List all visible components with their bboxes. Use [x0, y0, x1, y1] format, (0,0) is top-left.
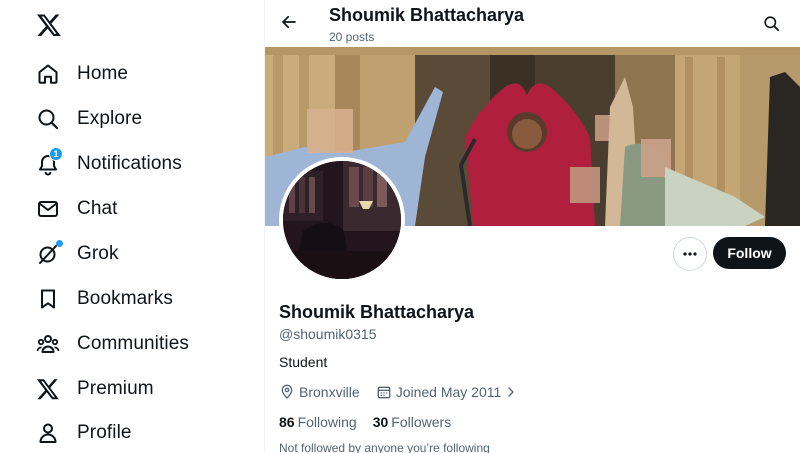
- search-icon: [763, 15, 779, 31]
- profile-name: Shoumik Bhattacharya: [279, 302, 475, 322]
- join-date-text: Joined May 2011: [395, 384, 502, 400]
- ellipsis-icon: [683, 252, 697, 256]
- mutuals-note: Not followed by anyone you’re following: [279, 441, 490, 453]
- chevron-right-icon: [508, 387, 514, 397]
- more-options-button[interactable]: [673, 237, 707, 271]
- profile-meta: Bronxville Joined May 2011: [279, 383, 533, 401]
- sidebar-item-notifications[interactable]: 1 Notifications: [28, 144, 182, 184]
- sidebar-item-label: Premium: [77, 378, 154, 399]
- sidebar-item-bookmarks[interactable]: Bookmarks: [28, 279, 173, 319]
- followers-link[interactable]: 30 Followers: [373, 414, 451, 430]
- profile-handle: @shoumik0315: [279, 326, 377, 342]
- sidebar-item-label: Communities: [77, 333, 189, 354]
- location: Bronxville: [279, 384, 360, 400]
- calendar-icon: [377, 386, 391, 399]
- sidebar-item-label: Bookmarks: [77, 288, 173, 309]
- sidebar-item-grok[interactable]: Grok: [28, 234, 119, 274]
- envelope-icon: [28, 189, 68, 229]
- location-pin-icon: [281, 384, 293, 399]
- join-date[interactable]: Joined May 2011: [376, 384, 518, 400]
- person-icon: [28, 413, 68, 453]
- profile-main: Shoumik Bhattacharya 20 posts Follow Sho…: [265, 0, 800, 453]
- home-icon: [28, 54, 68, 94]
- sidebar-item-home[interactable]: Home: [28, 54, 128, 94]
- sidebar-item-label: Grok: [77, 243, 119, 264]
- bookmark-icon: [28, 279, 68, 319]
- sidebar-item-label: Profile: [77, 422, 132, 443]
- sidebar-item-label: Chat: [77, 198, 118, 219]
- follow-button[interactable]: Follow: [713, 237, 786, 269]
- bell-icon: 1: [28, 144, 68, 184]
- search-button[interactable]: [760, 12, 782, 34]
- sidebar-item-communities[interactable]: Communities: [28, 324, 189, 364]
- followers-label: Followers: [391, 414, 452, 430]
- x-logo-icon[interactable]: [36, 12, 62, 38]
- communities-icon: [28, 324, 68, 364]
- follow-stats: 86 Following 30 Followers: [279, 414, 467, 430]
- profile-header: Shoumik Bhattacharya 20 posts: [265, 0, 800, 47]
- followers-count: 30: [372, 414, 389, 430]
- sidebar: Home Explore 1 Notifications Chat Grok B…: [0, 0, 265, 453]
- sidebar-item-chat[interactable]: Chat: [28, 189, 118, 229]
- search-icon: [28, 99, 68, 139]
- following-count: 86: [279, 414, 295, 430]
- avatar[interactable]: [279, 157, 405, 283]
- location-text: Bronxville: [299, 384, 360, 400]
- notification-badge: 1: [49, 147, 63, 161]
- following-link[interactable]: 86 Following: [279, 414, 357, 430]
- sidebar-item-label: Explore: [77, 108, 143, 129]
- arrow-left-icon: [282, 15, 296, 29]
- following-label: Following: [297, 414, 357, 430]
- grok-icon: [28, 234, 68, 274]
- sidebar-item-label: Home: [77, 63, 129, 84]
- sidebar-item-explore[interactable]: Explore: [28, 99, 142, 139]
- sidebar-item-profile[interactable]: Profile: [28, 413, 132, 453]
- x-logo-icon: [28, 369, 68, 409]
- profile-bio: Student: [279, 354, 328, 370]
- unread-dot: [56, 240, 63, 247]
- post-count: 20 posts: [329, 30, 375, 44]
- back-button[interactable]: [275, 8, 303, 36]
- sidebar-item-label: Notifications: [77, 153, 182, 174]
- header-title: Shoumik Bhattacharya: [329, 5, 525, 25]
- sidebar-item-premium[interactable]: Premium: [28, 369, 154, 409]
